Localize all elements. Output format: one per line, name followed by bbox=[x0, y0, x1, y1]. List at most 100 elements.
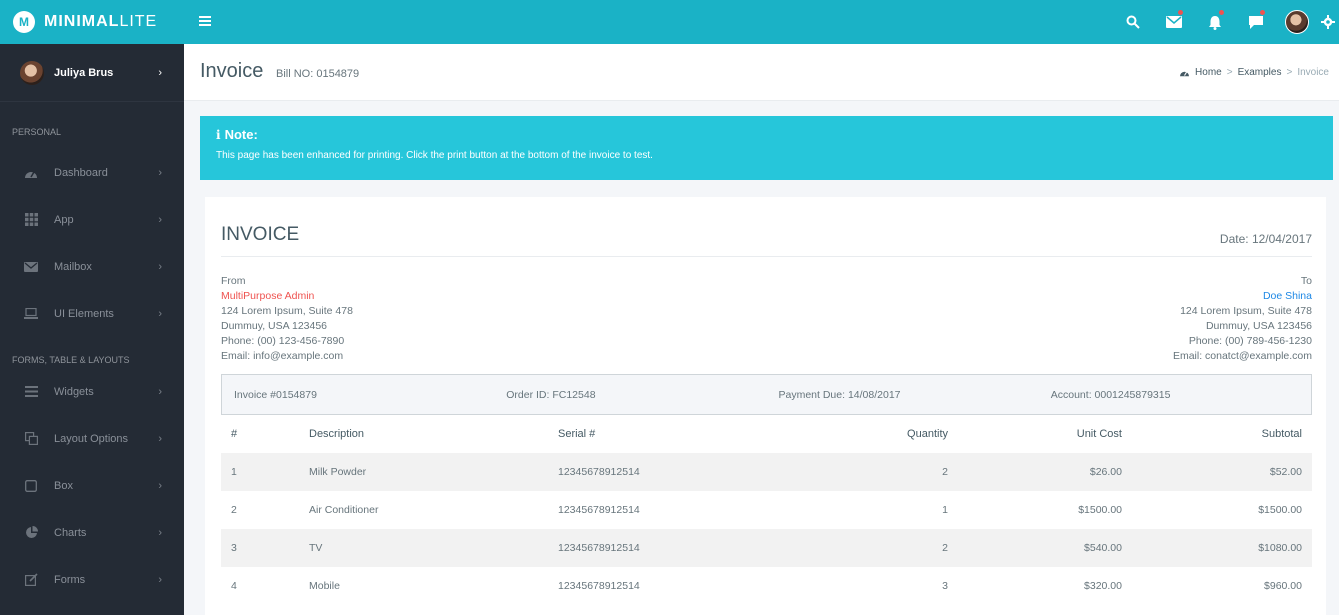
table-row: 3 TV 12345678912514 2 $540.00 $1080.00 bbox=[221, 529, 1312, 567]
sidebar-item-label: Layout Options bbox=[54, 432, 128, 445]
to-address: To Doe Shina 124 Lorem Ipsum, Suite 478 … bbox=[1173, 274, 1312, 364]
cell-subtotal: $960.00 bbox=[1264, 580, 1302, 592]
mail-icon[interactable] bbox=[1153, 0, 1194, 44]
page-title: Invoice bbox=[200, 60, 264, 82]
sidebar-item-widgets[interactable]: Widgets › bbox=[0, 368, 184, 415]
top-navbar: M MINIMALLITE bbox=[0, 0, 1339, 44]
cell-unit-cost: $320.00 bbox=[1084, 580, 1122, 592]
account-number: Account: 0001245879315 bbox=[1050, 388, 1171, 401]
cell-quantity: 2 bbox=[942, 542, 948, 554]
search-icon[interactable] bbox=[1112, 0, 1153, 44]
cell-subtotal: $52.00 bbox=[1269, 466, 1302, 478]
cell-description: Mobile bbox=[309, 580, 340, 592]
chevron-right-icon: › bbox=[158, 526, 162, 539]
sidebar-item-ui-elements[interactable]: UI Elements › bbox=[0, 290, 184, 337]
cell-quantity: 2 bbox=[942, 466, 948, 478]
sidebar-item-app[interactable]: App › bbox=[0, 196, 184, 243]
laptop-icon bbox=[24, 307, 38, 321]
chevron-right-icon: › bbox=[158, 385, 162, 398]
breadcrumb-examples[interactable]: Examples bbox=[1238, 67, 1282, 78]
from-address: From MultiPurpose Admin 124 Lorem Ipsum,… bbox=[221, 274, 353, 364]
bell-icon[interactable] bbox=[1194, 0, 1235, 44]
sidebar-item-label: Charts bbox=[54, 526, 87, 539]
chevron-right-icon: › bbox=[158, 432, 162, 445]
column-header-subtotal: Subtotal bbox=[1261, 428, 1302, 440]
cell-serial: 12345678912514 bbox=[558, 504, 640, 516]
breadcrumb-separator: > bbox=[1286, 67, 1293, 78]
logo-icon: M bbox=[13, 11, 35, 33]
cell-subtotal: $1500.00 bbox=[1258, 504, 1302, 516]
info-icon: i bbox=[216, 127, 221, 142]
to-email: Email: conatct@example.com bbox=[1172, 350, 1312, 362]
sidebar-item-box[interactable]: Box › bbox=[0, 462, 184, 509]
to-name[interactable]: Doe Shina bbox=[1173, 289, 1312, 304]
envelope-icon bbox=[24, 260, 38, 274]
avatar bbox=[1284, 10, 1309, 34]
dashboard-icon bbox=[1179, 68, 1190, 77]
square-icon bbox=[24, 479, 38, 493]
cell-unit-cost: $26.00 bbox=[1089, 466, 1122, 478]
sidebar-item-label: Widgets bbox=[54, 385, 94, 398]
invoice-items-table: # Description Serial # Quantity Unit Cos… bbox=[221, 415, 1312, 605]
chevron-right-icon: › bbox=[158, 307, 162, 320]
dashboard-icon bbox=[24, 166, 38, 180]
payment-due: Payment Due: 14/08/2017 bbox=[778, 388, 901, 401]
cell-unit-cost: $1500.00 bbox=[1078, 504, 1122, 516]
sidebar-item-dashboard[interactable]: Dashboard › bbox=[0, 149, 184, 196]
cell-description: Air Conditioner bbox=[309, 504, 379, 516]
cell-number: 2 bbox=[231, 504, 237, 516]
sidebar-item-forms[interactable]: Forms › bbox=[0, 556, 184, 603]
cell-number: 3 bbox=[231, 542, 237, 554]
invoice-meta-bar: Invoice #0154879 Order ID: FC12548 Payme… bbox=[221, 374, 1312, 415]
table-header-row: # Description Serial # Quantity Unit Cos… bbox=[221, 415, 1312, 453]
chat-notification-dot bbox=[1260, 10, 1265, 15]
avatar bbox=[20, 60, 44, 85]
cell-number: 1 bbox=[231, 466, 237, 478]
user-avatar-button[interactable] bbox=[1276, 0, 1317, 44]
column-header-description: Description bbox=[309, 428, 365, 440]
column-header-quantity: Quantity bbox=[907, 428, 948, 440]
sidebar: Juliya Brus › PERSONAL Dashboard › App ›… bbox=[0, 44, 184, 615]
breadcrumb-home[interactable]: Home bbox=[1195, 67, 1222, 78]
to-line2: Dummuy, USA 123456 bbox=[1205, 320, 1312, 332]
sidebar-item-layout-options[interactable]: Layout Options › bbox=[0, 415, 184, 462]
breadcrumb-separator: > bbox=[1226, 67, 1233, 78]
note-title: i Note: bbox=[216, 127, 1317, 142]
print-note-callout: i Note: This page has been enhanced for … bbox=[200, 116, 1333, 180]
page-header: Invoice Bill NO: 0154879 Home > Examples… bbox=[184, 44, 1339, 101]
chevron-right-icon: › bbox=[158, 573, 162, 586]
chevron-right-icon: › bbox=[158, 66, 162, 79]
sidebar-item-label: Mailbox bbox=[54, 260, 92, 273]
bars-icon bbox=[24, 385, 38, 399]
pie-chart-icon bbox=[24, 526, 38, 540]
gear-icon[interactable] bbox=[1317, 0, 1339, 44]
cell-serial: 12345678912514 bbox=[558, 580, 640, 592]
sidebar-item-label: UI Elements bbox=[54, 307, 114, 320]
chat-icon[interactable] bbox=[1235, 0, 1276, 44]
sidebar-item-charts[interactable]: Charts › bbox=[0, 509, 184, 556]
invoice-heading: INVOICE bbox=[221, 224, 300, 245]
sidebar-item-mailbox[interactable]: Mailbox › bbox=[0, 243, 184, 290]
copy-icon bbox=[24, 432, 38, 446]
cell-serial: 12345678912514 bbox=[558, 542, 640, 554]
sidebar-item-label: Box bbox=[54, 479, 73, 492]
edit-icon bbox=[24, 573, 38, 587]
sidebar-item-label: App bbox=[54, 213, 74, 226]
note-title-text: Note: bbox=[224, 127, 258, 142]
sidebar-user-profile[interactable]: Juliya Brus › bbox=[0, 44, 184, 102]
user-name: Juliya Brus bbox=[54, 66, 114, 79]
table-row: 1 Milk Powder 12345678912514 2 $26.00 $5… bbox=[221, 453, 1312, 491]
from-line1: 124 Lorem Ipsum, Suite 478 bbox=[221, 305, 353, 317]
breadcrumb-current: Invoice bbox=[1297, 67, 1329, 78]
cell-number: 4 bbox=[231, 580, 237, 592]
page-subtitle: Bill NO: 0154879 bbox=[276, 68, 360, 80]
cell-unit-cost: $540.00 bbox=[1084, 542, 1122, 554]
chevron-right-icon: › bbox=[158, 260, 162, 273]
bell-notification-dot bbox=[1219, 10, 1224, 15]
brand-logo[interactable]: M MINIMALLITE bbox=[0, 0, 184, 44]
from-phone: Phone: (00) 123-456-7890 bbox=[221, 335, 345, 347]
table-row: 2 Air Conditioner 12345678912514 1 $1500… bbox=[221, 491, 1312, 529]
menu-toggle-icon[interactable] bbox=[196, 12, 214, 30]
sidebar-item-label: Forms bbox=[54, 573, 86, 586]
brand-name: MINIMALLITE bbox=[44, 13, 158, 30]
